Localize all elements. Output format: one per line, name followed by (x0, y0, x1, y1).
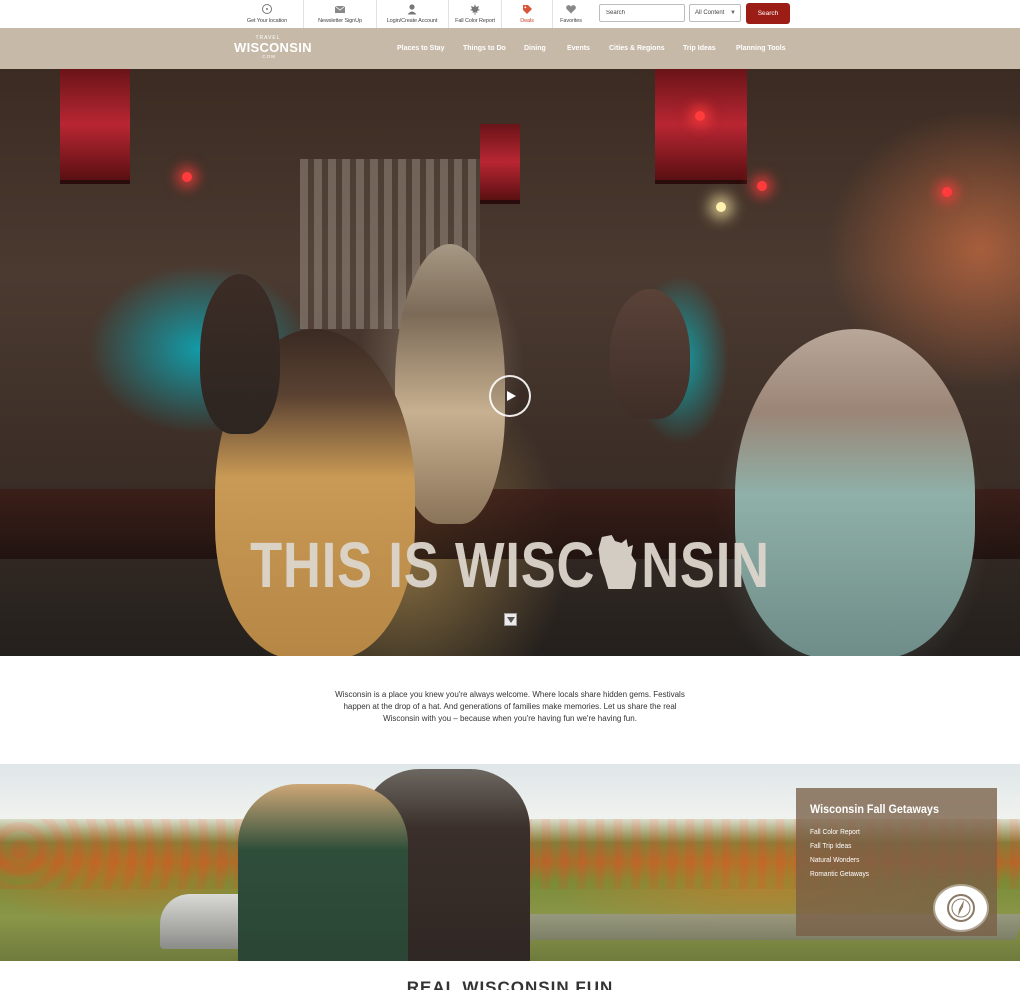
newsletter-signup-link[interactable]: Newsletter SignUp (308, 0, 372, 28)
nav-trip-ideas[interactable]: Trip Ideas (683, 28, 716, 69)
deals-link[interactable]: Deals (506, 0, 548, 28)
hero-headline-left: THIS IS WISC (250, 529, 596, 601)
fall-color-report-link[interactable]: Fall Color Report (452, 0, 498, 28)
hero-photo-person (735, 329, 975, 656)
utility-bar: Get Your location Newsletter SignUp Logi… (0, 0, 1020, 28)
hero-photo-lamp (60, 69, 130, 184)
nav-things-to-do[interactable]: Things to Do (463, 28, 506, 69)
compass-badge[interactable] (935, 886, 987, 930)
chevron-down-icon: ▼ (730, 10, 736, 16)
favorites-link[interactable]: Favorites (556, 0, 586, 28)
utility-divider (552, 0, 553, 28)
fall-photo-woman (238, 784, 408, 961)
compass-icon (947, 894, 975, 922)
hero-photo-light (942, 187, 952, 197)
hero-photo-light (757, 181, 767, 191)
nav-planning-tools[interactable]: Planning Tools (736, 28, 786, 69)
user-icon (407, 4, 417, 15)
logo-main-text: WISCONSIN (234, 40, 312, 55)
hero-photo-person (610, 289, 690, 419)
play-icon (507, 391, 516, 401)
natural-wonders-link[interactable]: Natural Wonders (810, 855, 859, 864)
fall-getaways-feature: Wisconsin Fall Getaways Fall Color Repor… (0, 764, 1020, 961)
chevron-down-icon (507, 617, 515, 623)
utility-divider (501, 0, 502, 28)
hero-photo-light (695, 111, 705, 121)
utility-divider (448, 0, 449, 28)
heart-icon (566, 5, 576, 14)
fall-color-report-panel-link[interactable]: Fall Color Report (810, 827, 860, 836)
nav-places-to-stay[interactable]: Places to Stay (397, 28, 444, 69)
hero-video-banner: THIS IS WISC NSIN (0, 69, 1020, 656)
hero-headline: THIS IS WISC NSIN (92, 528, 928, 602)
favorites-label: Favorites (560, 18, 582, 24)
search-input[interactable] (599, 4, 685, 22)
main-nav: TRAVEL WISCONSIN .COM Places to Stay Thi… (0, 28, 1020, 69)
nav-cities-regions[interactable]: Cities & Regions (609, 28, 665, 69)
utility-divider (376, 0, 377, 28)
nav-dining[interactable]: Dining (524, 28, 546, 69)
hero-photo-light (182, 172, 192, 182)
login-create-account-label: Login/Create Account (386, 18, 438, 24)
fall-getaways-panel: Wisconsin Fall Getaways Fall Color Repor… (796, 788, 997, 936)
envelope-icon (334, 5, 346, 13)
content-filter-select[interactable]: All Content ▼ (689, 4, 741, 22)
hero-photo-lamp (480, 124, 520, 204)
maple-leaf-icon (470, 4, 480, 15)
location-target-icon (262, 4, 272, 14)
intro-section: Wisconsin is a place you knew you're alw… (0, 656, 1020, 764)
tag-icon (523, 5, 532, 14)
fall-getaways-title: Wisconsin Fall Getaways (810, 802, 939, 816)
fall-trip-ideas-link[interactable]: Fall Trip Ideas (810, 841, 851, 850)
wisconsin-state-icon (598, 535, 637, 589)
nav-events[interactable]: Events (567, 28, 590, 69)
get-location-label: Get Your location (246, 18, 288, 24)
get-location-link[interactable]: Get Your location (236, 0, 298, 28)
utility-divider (303, 0, 304, 28)
romantic-getaways-link[interactable]: Romantic Getaways (810, 869, 869, 878)
login-create-account-link[interactable]: Login/Create Account (381, 0, 443, 28)
play-video-button[interactable] (489, 375, 531, 417)
hero-headline-right: NSIN (641, 529, 770, 601)
deals-label: Deals (520, 18, 534, 24)
hero-photo-person (200, 274, 280, 434)
fall-color-report-label: Fall Color Report (455, 18, 495, 24)
newsletter-signup-label: Newsletter SignUp (318, 18, 362, 24)
search-button[interactable]: Search (746, 3, 790, 24)
hero-photo-lamp (655, 69, 747, 184)
travel-wisconsin-logo[interactable]: TRAVEL WISCONSIN .COM (234, 35, 312, 63)
section-heading: REAL WISCONSIN FUN (406, 978, 614, 990)
hero-photo-light (716, 202, 726, 212)
content-filter-value: All Content (695, 10, 725, 16)
intro-paragraph: Wisconsin is a place you knew you're alw… (335, 690, 685, 723)
scroll-down-button[interactable] (504, 613, 517, 626)
